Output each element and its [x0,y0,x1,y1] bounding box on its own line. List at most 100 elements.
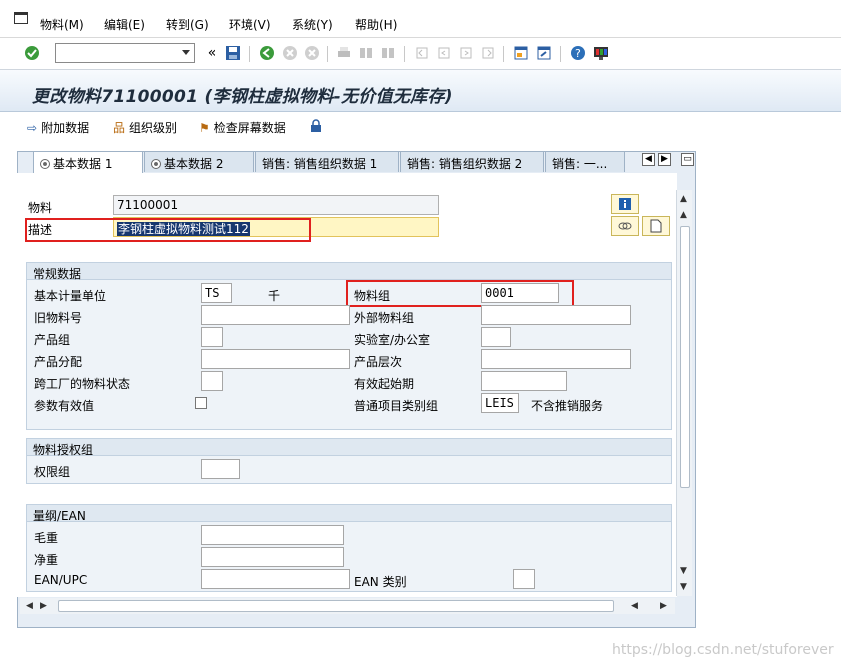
tab-list-icon[interactable]: ▭ [681,153,694,166]
first-page-icon[interactable] [413,44,431,62]
base-uom-text: 千 [268,289,281,303]
info-icon[interactable] [611,194,639,214]
ext-material-group-field[interactable] [481,305,631,325]
org-levels-button[interactable]: 品 组织级别 [113,119,177,136]
menu-edit[interactable]: 编辑(E) [104,16,145,33]
enter-check-icon[interactable] [23,44,41,62]
menu-help[interactable]: 帮助(H) [355,16,397,33]
material-field: 71100001 [113,195,439,215]
collapse-icon[interactable]: « [203,44,221,62]
command-input[interactable] [56,44,174,62]
command-field[interactable] [55,43,195,63]
title-bar: 更改物料71100001 (李钢柱虚拟物料-无价值无库存) [0,70,841,112]
auth-group-title: 物料授权组 [27,439,671,457]
customize-layout-icon[interactable] [592,44,610,62]
find-next-icon[interactable] [379,44,397,62]
menu-system[interactable]: 系统(Y) [292,16,333,33]
auth-group: 物料授权组 [26,438,672,484]
additional-data-label: 附加数据 [41,121,90,135]
exit-icon[interactable] [281,44,299,62]
assign-effectivity-checkbox[interactable] [195,397,207,409]
svg-text:?: ? [575,47,581,60]
scroll-up-icon[interactable]: ▲ [680,194,687,204]
ean-label: EAN/UPC [34,573,88,587]
product-allocation-field[interactable] [201,349,350,369]
standard-toolbar: « ? [0,38,841,70]
tab-status-icon [151,159,161,169]
hierarchy-icon: 品 [113,121,126,135]
scroll-right-icon[interactable]: ▶ [660,601,667,611]
valid-from-field[interactable] [481,371,567,391]
net-weight-field[interactable] [201,547,344,567]
scroll-left-icon[interactable]: ◀ [26,601,33,611]
lab-office-field[interactable] [481,327,511,347]
auth-group-field[interactable] [201,459,240,479]
print-icon[interactable] [335,44,353,62]
find-icon[interactable] [357,44,375,62]
long-text-icon[interactable] [611,216,639,236]
page-title: 更改物料71100001 (李钢柱虚拟物料-无价值无库存) [32,87,453,107]
division-label: 产品组 [34,333,71,347]
system-menu-icon[interactable] [14,12,28,24]
scroll-down-icon[interactable]: ▼ [680,566,687,576]
scroll-up-icon[interactable]: ▲ [680,210,687,220]
scroll-right-icon[interactable]: ▶ [40,601,47,611]
product-allocation-label: 产品分配 [34,355,83,369]
highlight-description [25,218,311,242]
tab-basic-data-1[interactable]: 基本数据 1 [33,151,143,173]
tab-scroll-left-icon[interactable]: ◀ [642,153,655,166]
shortcut-icon[interactable] [535,44,553,62]
scroll-left-icon[interactable]: ◀ [631,601,638,611]
gross-weight-field[interactable] [201,525,344,545]
assign-effectivity-label: 参数有效值 [34,399,95,413]
menu-goto[interactable]: 转到(G) [166,16,209,33]
tab-sales-more[interactable]: 销售: 一... [545,151,625,172]
net-weight-label: 净重 [34,553,59,567]
help-icon[interactable]: ? [569,44,587,62]
document-icon[interactable] [642,216,670,236]
valid-from-label: 有效起始期 [354,377,415,391]
prev-page-icon[interactable] [435,44,453,62]
product-hierarchy-field[interactable] [481,349,631,369]
back-icon[interactable] [258,44,276,62]
tab-scroll-right-icon[interactable]: ▶ [658,153,671,166]
cancel-icon[interactable] [303,44,321,62]
gen-item-cat-text: 不含推销服务 [531,399,604,413]
scroll-down-icon[interactable]: ▼ [680,582,687,592]
menu-material[interactable]: 物料(M) [40,16,84,33]
tab-basic-data-2[interactable]: 基本数据 2 [144,151,254,172]
lock-icon [311,119,321,132]
check-screen-data-label: 检查屏幕数据 [213,121,286,135]
ean-category-label: EAN 类别 [354,575,407,589]
vertical-scrollbar[interactable]: ▲ ▲ ▼ ▼ [676,190,692,596]
lab-office-label: 实验室/办公室 [354,333,431,347]
arrow-right-icon: ⇨ [27,120,38,135]
tab-sales-org-2[interactable]: 销售: 销售组织数据 2 [400,151,544,172]
general-data-title: 常规数据 [27,263,671,281]
additional-data-button[interactable]: ⇨ 附加数据 [27,119,89,136]
ean-field[interactable] [201,569,350,589]
last-page-icon[interactable] [479,44,497,62]
ean-category-field[interactable] [513,569,535,589]
old-material-label: 旧物料号 [34,311,83,325]
check-data-icon: ⚑ [199,120,210,135]
check-screen-data-button[interactable]: ⚑ 检查屏幕数据 [199,119,286,136]
x-plant-status-field[interactable] [201,371,223,391]
next-page-icon[interactable] [457,44,475,62]
new-session-icon[interactable] [512,44,530,62]
division-field[interactable] [201,327,223,347]
base-uom-field[interactable]: TS [201,283,232,303]
old-material-field[interactable] [201,305,350,325]
menu-environment[interactable]: 环境(V) [229,16,271,33]
tab-sales-org-1[interactable]: 销售: 销售组织数据 1 [255,151,399,172]
org-levels-label: 组织级别 [129,121,178,135]
lock-button[interactable] [309,119,323,133]
horizontal-scroll-thumb[interactable] [58,600,614,612]
save-icon[interactable] [224,44,242,62]
chevron-down-icon[interactable] [182,50,190,55]
gen-item-cat-field[interactable]: LEIS [481,393,519,413]
base-uom-label: 基本计量单位 [34,289,107,303]
vertical-scroll-thumb[interactable] [680,226,690,488]
tab-status-icon [40,159,50,169]
horizontal-scrollbar[interactable]: ◀ ▶ ◀ ▶ [20,598,675,614]
